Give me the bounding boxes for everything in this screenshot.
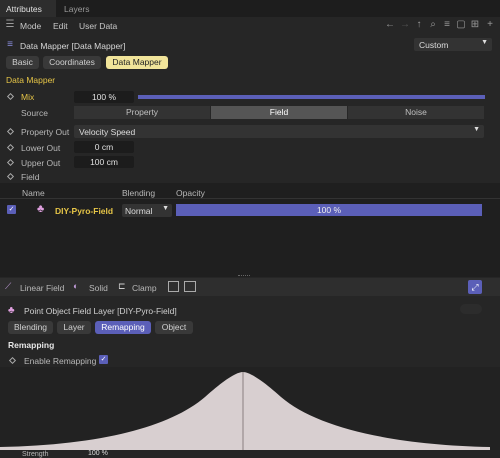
- strength-value[interactable]: 100 %: [88, 450, 108, 457]
- tab-layer[interactable]: Layer: [57, 321, 91, 334]
- upper-out-field[interactable]: 100 cm: [74, 156, 134, 168]
- tab-blending[interactable]: Blending: [8, 321, 53, 334]
- resize-handle[interactable]: [238, 275, 250, 277]
- mix-field[interactable]: 100 %: [74, 91, 134, 103]
- tab-coordinates[interactable]: Coordinates: [43, 56, 101, 69]
- clamp-icon[interactable]: ⊏: [118, 281, 126, 292]
- tab-remapping[interactable]: Remapping: [95, 321, 151, 334]
- blending-value: Normal: [125, 206, 153, 216]
- chevron-down-icon: ▼: [162, 205, 169, 212]
- layer-toggle[interactable]: [460, 304, 482, 314]
- object-title: Data Mapper [Data Mapper]: [20, 41, 126, 51]
- divider: [0, 198, 500, 199]
- header-blending: Blending: [122, 188, 156, 198]
- enable-remapping-checkbox[interactable]: ✓: [99, 355, 108, 364]
- menu-bar: [0, 17, 500, 34]
- header-name: Name: [22, 188, 45, 198]
- folder-icon[interactable]: [168, 281, 179, 292]
- falloff-curve: [0, 372, 490, 450]
- menu-user-data[interactable]: User Data: [79, 21, 117, 31]
- tab-object[interactable]: Object: [155, 321, 193, 334]
- keyframe-diamond-icon[interactable]: [6, 127, 15, 136]
- preset-dropdown[interactable]: Custom ▼: [414, 38, 492, 51]
- tab-basic[interactable]: Basic: [6, 56, 39, 69]
- filter-icon[interactable]: ≡: [441, 19, 453, 31]
- upper-out-label: Upper Out: [21, 158, 61, 168]
- back-arrow-icon[interactable]: ←: [384, 19, 396, 31]
- tab-layers[interactable]: Layers: [64, 4, 90, 14]
- property-out-value: Velocity Speed: [79, 127, 136, 137]
- menu-icon[interactable]: ☰: [4, 19, 16, 31]
- tab-data-mapper[interactable]: Data Mapper: [106, 56, 168, 69]
- mix-slider[interactable]: [138, 95, 485, 99]
- solid-icon[interactable]: ◐: [73, 281, 78, 291]
- keyframe-diamond-icon[interactable]: [6, 172, 15, 181]
- new-window-icon[interactable]: ⊞: [469, 19, 481, 31]
- search-icon[interactable]: ⌕: [427, 19, 439, 31]
- section-title: Data Mapper: [6, 75, 56, 85]
- enable-checkbox[interactable]: ✓: [7, 205, 16, 214]
- preset-dropdown-value: Custom: [419, 40, 449, 50]
- remapping-section-title: Remapping: [8, 340, 55, 350]
- lock-icon[interactable]: ▢: [455, 19, 467, 31]
- menu-edit[interactable]: Edit: [53, 21, 68, 31]
- property-out-dropdown[interactable]: Velocity Speed ▼: [74, 125, 484, 138]
- source-property[interactable]: Property: [74, 106, 210, 119]
- header-opacity: Opacity: [176, 188, 205, 198]
- mix-label: Mix: [21, 92, 35, 102]
- lower-out-field[interactable]: 0 cm: [74, 141, 134, 153]
- mix-slider-fill: [138, 95, 485, 99]
- lower-out-label: Lower Out: [21, 143, 61, 153]
- source-field[interactable]: Field: [211, 106, 347, 119]
- linear-field-button[interactable]: Linear Field: [20, 283, 64, 293]
- add-icon[interactable]: +: [484, 19, 496, 31]
- field-row-name[interactable]: DIY-Pyro-Field: [55, 206, 113, 216]
- linear-field-icon[interactable]: ⟋: [5, 281, 11, 292]
- source-noise[interactable]: Noise: [348, 106, 484, 119]
- up-arrow-icon[interactable]: ↑: [413, 19, 425, 31]
- keyframe-diamond-icon[interactable]: [6, 143, 15, 152]
- menu-mode[interactable]: Mode: [20, 21, 41, 31]
- source-label: Source: [21, 108, 48, 118]
- keyframe-diamond-icon[interactable]: [6, 92, 15, 101]
- tab-attributes[interactable]: Attributes: [0, 0, 56, 17]
- keyframe-diamond-icon[interactable]: [8, 356, 17, 365]
- expand-icon[interactable]: ⤢: [468, 280, 482, 294]
- chevron-down-icon: ▼: [473, 126, 480, 133]
- property-out-label: Property Out: [21, 127, 70, 137]
- opacity-bar[interactable]: 100 %: [176, 204, 482, 216]
- new-folder-icon[interactable]: [184, 281, 196, 292]
- blending-dropdown[interactable]: Normal ▼: [122, 204, 172, 217]
- chevron-down-icon: ▼: [481, 39, 488, 46]
- pyro-field-icon: ♣: [37, 203, 45, 215]
- data-mapper-icon: ≡: [7, 39, 13, 50]
- keyframe-diamond-icon[interactable]: [6, 158, 15, 167]
- enable-remapping-label: Enable Remapping: [24, 356, 97, 366]
- forward-arrow-icon[interactable]: →: [399, 19, 411, 31]
- clamp-button[interactable]: Clamp: [132, 283, 157, 293]
- field-label: Field: [21, 172, 40, 182]
- layer-title: Point Object Field Layer [DIY-Pyro-Field…: [24, 306, 177, 316]
- layer-icon: ♣: [8, 305, 15, 316]
- solid-button[interactable]: Solid: [89, 283, 108, 293]
